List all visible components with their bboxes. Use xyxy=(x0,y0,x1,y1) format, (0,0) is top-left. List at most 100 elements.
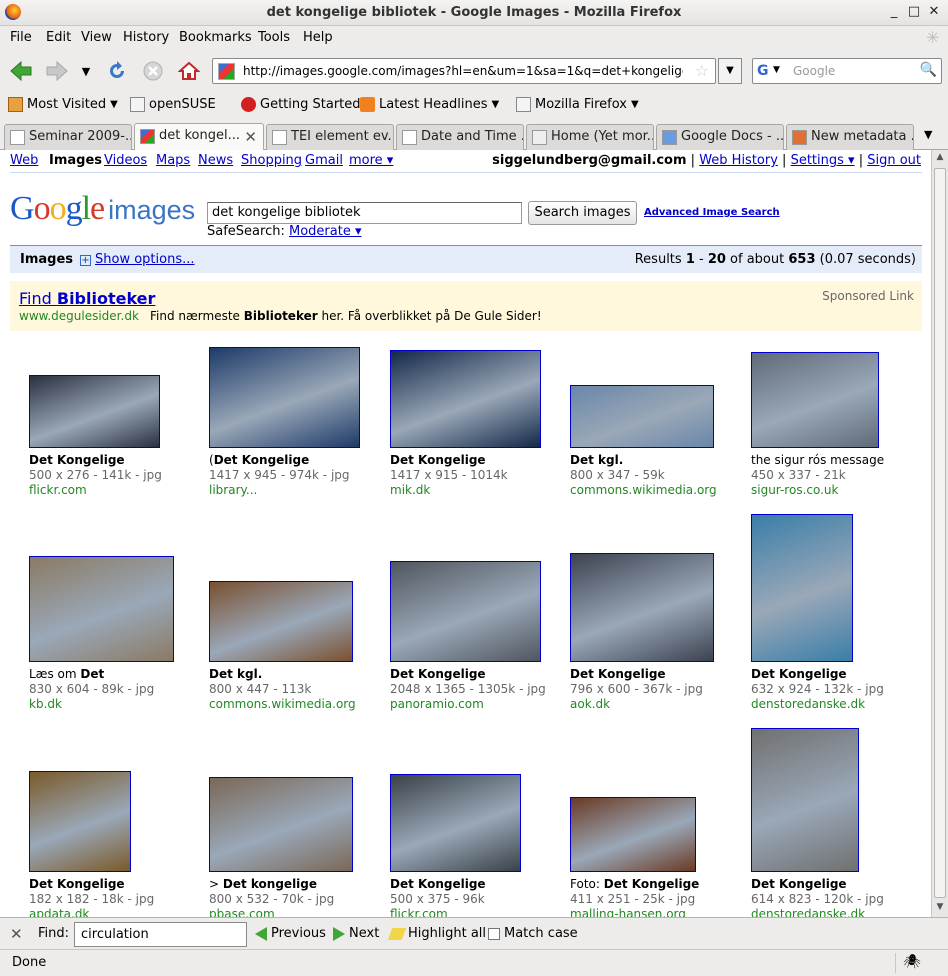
reload-icon[interactable] xyxy=(104,58,130,84)
search-icon[interactable]: 🔍 xyxy=(920,62,937,78)
gbar-shopping-link[interactable]: Shopping xyxy=(241,153,302,168)
stop-icon[interactable] xyxy=(140,58,166,84)
ad-title-link[interactable]: Find Biblioteker xyxy=(19,289,155,308)
search-bar[interactable]: G ▼ Google 🔍 xyxy=(752,58,942,84)
result-thumbnail[interactable] xyxy=(751,352,879,448)
show-options-link[interactable]: Show options... xyxy=(95,252,195,267)
result-thumbnail[interactable] xyxy=(209,777,353,872)
scroll-up-icon[interactable]: ▲ xyxy=(934,152,946,166)
result-thumbnail[interactable] xyxy=(29,556,174,662)
image-search-input[interactable]: det kongelige bibliotek xyxy=(207,202,522,224)
forward-icon[interactable] xyxy=(44,58,70,84)
gbar-maps-link[interactable]: Maps xyxy=(156,153,190,168)
result-site: sigur-ros.co.uk xyxy=(751,483,839,497)
tab-date-and-time[interactable]: Date and Time ... xyxy=(396,124,524,150)
search-images-button[interactable]: Search images xyxy=(528,201,637,225)
result-caption: Læs om Det 830 x 604 - 89k - jpg kb.dk xyxy=(29,667,154,712)
scroll-down-icon[interactable]: ▼ xyxy=(934,902,946,916)
bookmarks-toolbar: Most Visited ▼ openSUSE Getting Started L… xyxy=(0,92,948,120)
result-title: Foto: Det Kongelige xyxy=(570,877,700,891)
search-engine-icon[interactable]: G xyxy=(757,63,769,79)
vertical-scrollbar[interactable]: ▲ ▼ xyxy=(931,150,948,917)
bookmark-mozilla-firefox[interactable]: Mozilla Firefox ▼ xyxy=(516,97,639,112)
result-caption: (Det Kongelige 1417 x 945 - 974k - jpg lib… xyxy=(209,453,350,498)
sign-out-link[interactable]: Sign out xyxy=(867,153,921,168)
tab-favicon-icon xyxy=(532,130,547,145)
minimize-button[interactable]: _ xyxy=(886,4,902,20)
google-images-logo[interactable]: Google images xyxy=(10,190,195,228)
result-meta: 800 x 347 - 59k xyxy=(570,468,665,482)
tab-new-metadata[interactable]: New metadata ... xyxy=(786,124,914,150)
find-next-button[interactable]: Next xyxy=(333,926,379,941)
result-thumbnail[interactable] xyxy=(570,553,714,662)
tab-list-chevron-icon[interactable]: ▼ xyxy=(924,128,932,141)
plus-icon[interactable]: + xyxy=(80,255,91,266)
highlight-all-button[interactable]: Highlight all xyxy=(387,926,486,941)
result-thumbnail[interactable] xyxy=(751,728,859,872)
close-window-button[interactable]: ✕ xyxy=(926,4,942,20)
tab-tei-element[interactable]: TEI element ev... xyxy=(266,124,394,150)
settings-link[interactable]: Settings ▾ xyxy=(791,153,855,168)
menu-file[interactable]: File xyxy=(10,30,32,45)
menu-edit[interactable]: Edit xyxy=(46,30,71,45)
checkbox-icon[interactable] xyxy=(488,927,500,940)
result-thumbnail[interactable] xyxy=(570,385,714,448)
result-thumbnail[interactable] xyxy=(209,581,353,662)
tab-det-kongelige[interactable]: det kongel... ✕ xyxy=(134,123,264,151)
url-dropdown-button[interactable]: ▼ xyxy=(718,58,742,84)
page-content: Web Images Videos Maps News Shopping Gma… xyxy=(0,150,931,917)
back-icon[interactable] xyxy=(8,58,34,84)
google-bar: Web Images Videos Maps News Shopping Gma… xyxy=(0,150,931,172)
gbar-news-link[interactable]: News xyxy=(198,153,233,168)
find-previous-button[interactable]: Previous xyxy=(255,926,326,941)
result-thumbnail[interactable] xyxy=(390,561,541,662)
previous-arrow-icon xyxy=(255,926,267,941)
tab-home[interactable]: Home (Yet mor... xyxy=(526,124,654,150)
menu-bookmarks[interactable]: Bookmarks xyxy=(179,30,252,45)
bookmark-latest-headlines[interactable]: Latest Headlines ▼ xyxy=(360,97,499,112)
bookmark-most-visited[interactable]: Most Visited ▼ xyxy=(8,97,118,112)
search-placeholder[interactable]: Google xyxy=(793,64,835,78)
result-thumbnail[interactable] xyxy=(390,350,541,448)
match-case-checkbox[interactable]: Match case xyxy=(488,926,578,941)
advanced-image-search-link[interactable]: Advanced Image Search xyxy=(644,207,780,218)
menu-view[interactable]: View xyxy=(81,30,112,45)
tab-seminar[interactable]: Seminar 2009-... xyxy=(4,124,132,150)
safesearch-dropdown[interactable]: Moderate ▾ xyxy=(289,224,361,239)
scroll-thumb[interactable] xyxy=(934,168,946,898)
bookmark-getting-started[interactable]: Getting Started xyxy=(241,97,361,112)
result-thumbnail[interactable] xyxy=(570,797,696,872)
close-tab-icon[interactable]: ✕ xyxy=(244,128,257,146)
bookmark-star-icon[interactable]: ☆ xyxy=(695,61,709,80)
result-thumbnail[interactable] xyxy=(209,347,360,448)
history-dropdown-icon[interactable]: ▼ xyxy=(76,58,96,84)
menu-history[interactable]: History xyxy=(123,30,169,45)
gbar-videos-link[interactable]: Videos xyxy=(104,153,147,168)
tab-google-docs[interactable]: Google Docs - ... xyxy=(656,124,784,150)
result-meta: 800 x 447 - 113k xyxy=(209,682,312,696)
result-site: pbase.com xyxy=(209,907,275,917)
result-thumbnail[interactable] xyxy=(390,774,521,872)
home-icon[interactable] xyxy=(176,58,202,84)
result-meta: 182 x 182 - 18k - jpg xyxy=(29,892,155,906)
gbar-web-link[interactable]: Web xyxy=(10,153,38,168)
result-site: commons.wikimedia.org xyxy=(570,483,717,497)
gbar-more-link[interactable]: more ▾ xyxy=(349,153,393,168)
show-options[interactable]: + Show options... xyxy=(80,252,195,267)
menu-tools[interactable]: Tools xyxy=(258,30,290,45)
window-titlebar: det kongelige bibliotek - Google Images … xyxy=(0,0,948,26)
maximize-button[interactable]: □ xyxy=(906,4,922,20)
find-input[interactable]: circulation xyxy=(74,922,247,947)
result-thumbnail[interactable] xyxy=(29,375,160,448)
gbar-gmail-link[interactable]: Gmail xyxy=(305,153,343,168)
bug-icon[interactable]: 🕷 xyxy=(903,954,921,970)
menu-help[interactable]: Help xyxy=(303,30,333,45)
bookmark-opensuse[interactable]: openSUSE xyxy=(130,97,216,112)
result-thumbnail[interactable] xyxy=(751,514,853,662)
web-history-link[interactable]: Web History xyxy=(699,153,778,168)
url-text[interactable]: http://images.google.com/images?hl=en&um… xyxy=(243,64,683,78)
close-find-icon[interactable]: ✕ xyxy=(10,925,23,943)
url-bar[interactable]: http://images.google.com/images?hl=en&um… xyxy=(212,58,716,84)
engine-dropdown-icon[interactable]: ▼ xyxy=(773,65,780,75)
result-thumbnail[interactable] xyxy=(29,771,131,872)
